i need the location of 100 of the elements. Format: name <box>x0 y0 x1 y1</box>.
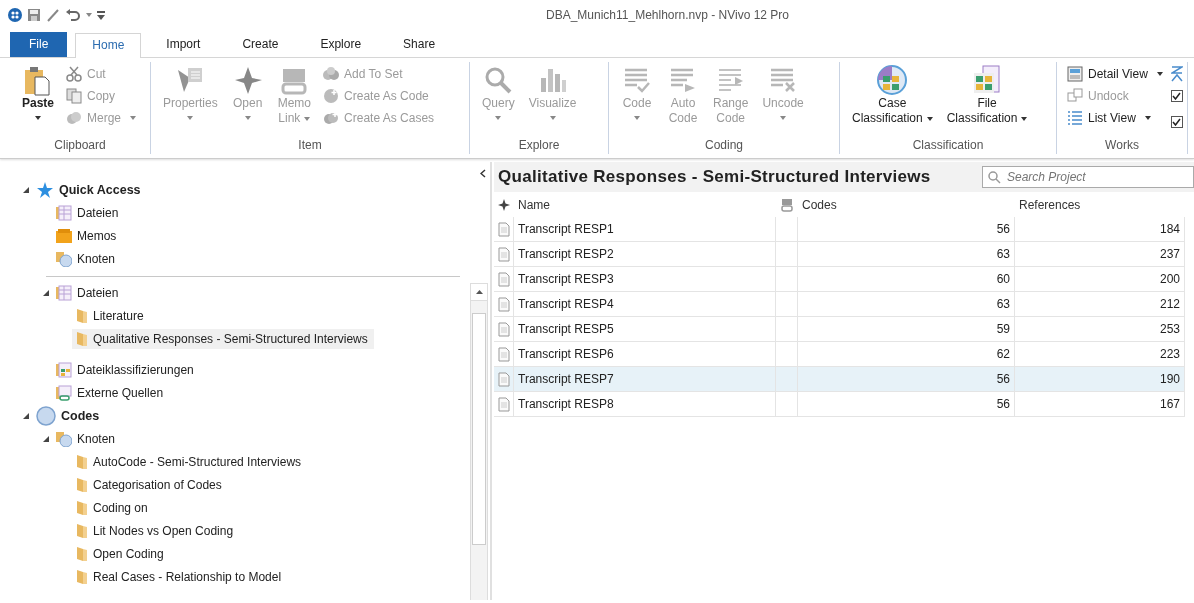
scroll-up-icon[interactable] <box>475 290 483 294</box>
empty-cell <box>776 367 798 392</box>
table-cell: 253 <box>1015 317 1185 342</box>
empty-cell <box>776 317 798 342</box>
ribbon-button[interactable]: Detail View <box>1065 64 1165 84</box>
tree-item[interactable]: Memos <box>52 225 123 246</box>
document-icon <box>497 396 510 412</box>
checkbox[interactable] <box>1170 116 1183 128</box>
tree-item[interactable]: Coding on <box>72 497 154 518</box>
undo-icon[interactable] <box>65 8 81 22</box>
circles-icon <box>323 66 340 82</box>
ribbon-button[interactable]: List View <box>1065 108 1165 128</box>
ribbon-tab[interactable]: Share <box>386 32 453 57</box>
circle-icon <box>56 250 72 267</box>
group-label: Explore <box>517 138 561 154</box>
table-cell: Transcript RESP4 <box>514 292 776 317</box>
tree-item[interactable]: Qualitative Responses - Semi-Structured Interviews <box>72 328 374 349</box>
tree-item[interactable]: Literature <box>72 305 150 326</box>
tree-item[interactable]: Knoten <box>52 428 122 449</box>
tree-item[interactable]: Quick Access <box>32 178 147 201</box>
tree-item[interactable]: Open Coding <box>72 543 170 564</box>
table-icon <box>56 204 72 221</box>
empty-cell <box>776 292 798 317</box>
circle-icon <box>323 88 340 104</box>
star-icon <box>36 180 54 199</box>
document-icon <box>497 321 510 337</box>
folder-icon <box>76 453 88 470</box>
tree-item[interactable]: Dateien <box>52 202 125 223</box>
tree-item[interactable]: Categorisation of Codes <box>72 474 228 495</box>
table-cell: 237 <box>1015 242 1185 267</box>
copy-icon <box>66 88 83 104</box>
list-title: Qualitative Responses - Semi-Structured Interviews <box>498 167 931 187</box>
circles-icon <box>66 110 83 126</box>
table-icon <box>56 284 72 301</box>
scrollbar[interactable] <box>470 283 488 600</box>
folder-icon <box>76 330 88 347</box>
group-label: Clipboard <box>53 138 107 154</box>
table-cell: Transcript RESP3 <box>514 267 776 292</box>
grid-icon <box>876 64 909 96</box>
expand-icon[interactable] <box>43 289 49 296</box>
document-icon <box>497 346 510 362</box>
checkbox[interactable] <box>1170 90 1183 102</box>
tree-item[interactable]: Real Cases - Relationship to Model <box>72 566 288 587</box>
window-icon <box>1067 66 1083 82</box>
tree-item[interactable]: AutoCode - Semi-Structured Interviews <box>72 451 308 472</box>
group-label: Coding <box>704 138 744 154</box>
ribbon-tab[interactable]: Explore <box>303 32 379 57</box>
group-label: Classification <box>911 138 985 154</box>
star-icon <box>498 198 510 211</box>
ribbon-tab[interactable]: Import <box>149 32 218 57</box>
pen-icon[interactable] <box>46 8 60 22</box>
table-cell: Transcript RESP7 <box>514 367 776 392</box>
document-icon <box>497 371 510 387</box>
tree-item[interactable]: Dateien <box>52 282 125 303</box>
table-cell: 212 <box>1015 292 1185 317</box>
tree-item[interactable]: Codes <box>32 403 106 428</box>
folder-icon <box>76 499 88 516</box>
ribbon-button[interactable]: Case Classification <box>848 62 937 138</box>
customize-icon[interactable] <box>97 10 105 20</box>
table-cell: Transcript RESP1 <box>514 217 776 242</box>
tree-item[interactable]: Lit Nodes vs Open Coding <box>72 520 240 541</box>
group-label: Item <box>297 138 323 154</box>
tree-item[interactable]: Dateiklassifizierungen <box>52 359 200 380</box>
table-cell: Transcript RESP5 <box>514 317 776 342</box>
table-cell: 184 <box>1015 217 1185 242</box>
expand-icon[interactable] <box>43 435 49 442</box>
link-icon <box>780 197 794 212</box>
table-cell: 56 <box>798 367 1015 392</box>
table-cell: Transcript RESP8 <box>514 392 776 417</box>
table-cell: 59 <box>798 317 1015 342</box>
empty-cell <box>776 267 798 292</box>
ribbon-button[interactable]: File Classification <box>942 62 1032 138</box>
tree-item[interactable]: Knoten <box>52 248 122 269</box>
document-icon <box>497 271 510 287</box>
ribbon-button[interactable]: Paste <box>18 62 59 138</box>
sort-icon[interactable] <box>1170 66 1183 82</box>
folder-icon <box>76 307 88 324</box>
table-cell: Transcript RESP2 <box>514 242 776 267</box>
ribbon-tab[interactable]: Home <box>75 33 142 58</box>
circles-icon <box>323 110 340 126</box>
expand-icon[interactable] <box>23 186 29 193</box>
list-icon <box>1067 110 1083 126</box>
app-icon[interactable] <box>8 8 22 22</box>
search-field[interactable]: Search Project <box>982 166 1194 188</box>
tree-item[interactable]: Externe Quellen <box>52 382 170 403</box>
table-cell: 190 <box>1015 367 1185 392</box>
circle-icon <box>56 430 72 447</box>
caret-icon[interactable] <box>86 13 92 17</box>
folder-icon <box>76 568 88 585</box>
expand-icon[interactable] <box>23 412 29 419</box>
table-cell: 60 <box>798 267 1015 292</box>
folder-icon <box>76 476 88 493</box>
ribbon-tab[interactable]: Create <box>225 32 296 57</box>
notepad-icon <box>56 227 72 244</box>
save-icon[interactable] <box>27 8 41 22</box>
ribbon-tab[interactable]: File <box>10 32 68 57</box>
scissors-icon <box>66 66 83 82</box>
collapse-icon[interactable] <box>480 166 486 181</box>
group-label: Works <box>1104 138 1140 154</box>
table-cell: 63 <box>798 292 1015 317</box>
